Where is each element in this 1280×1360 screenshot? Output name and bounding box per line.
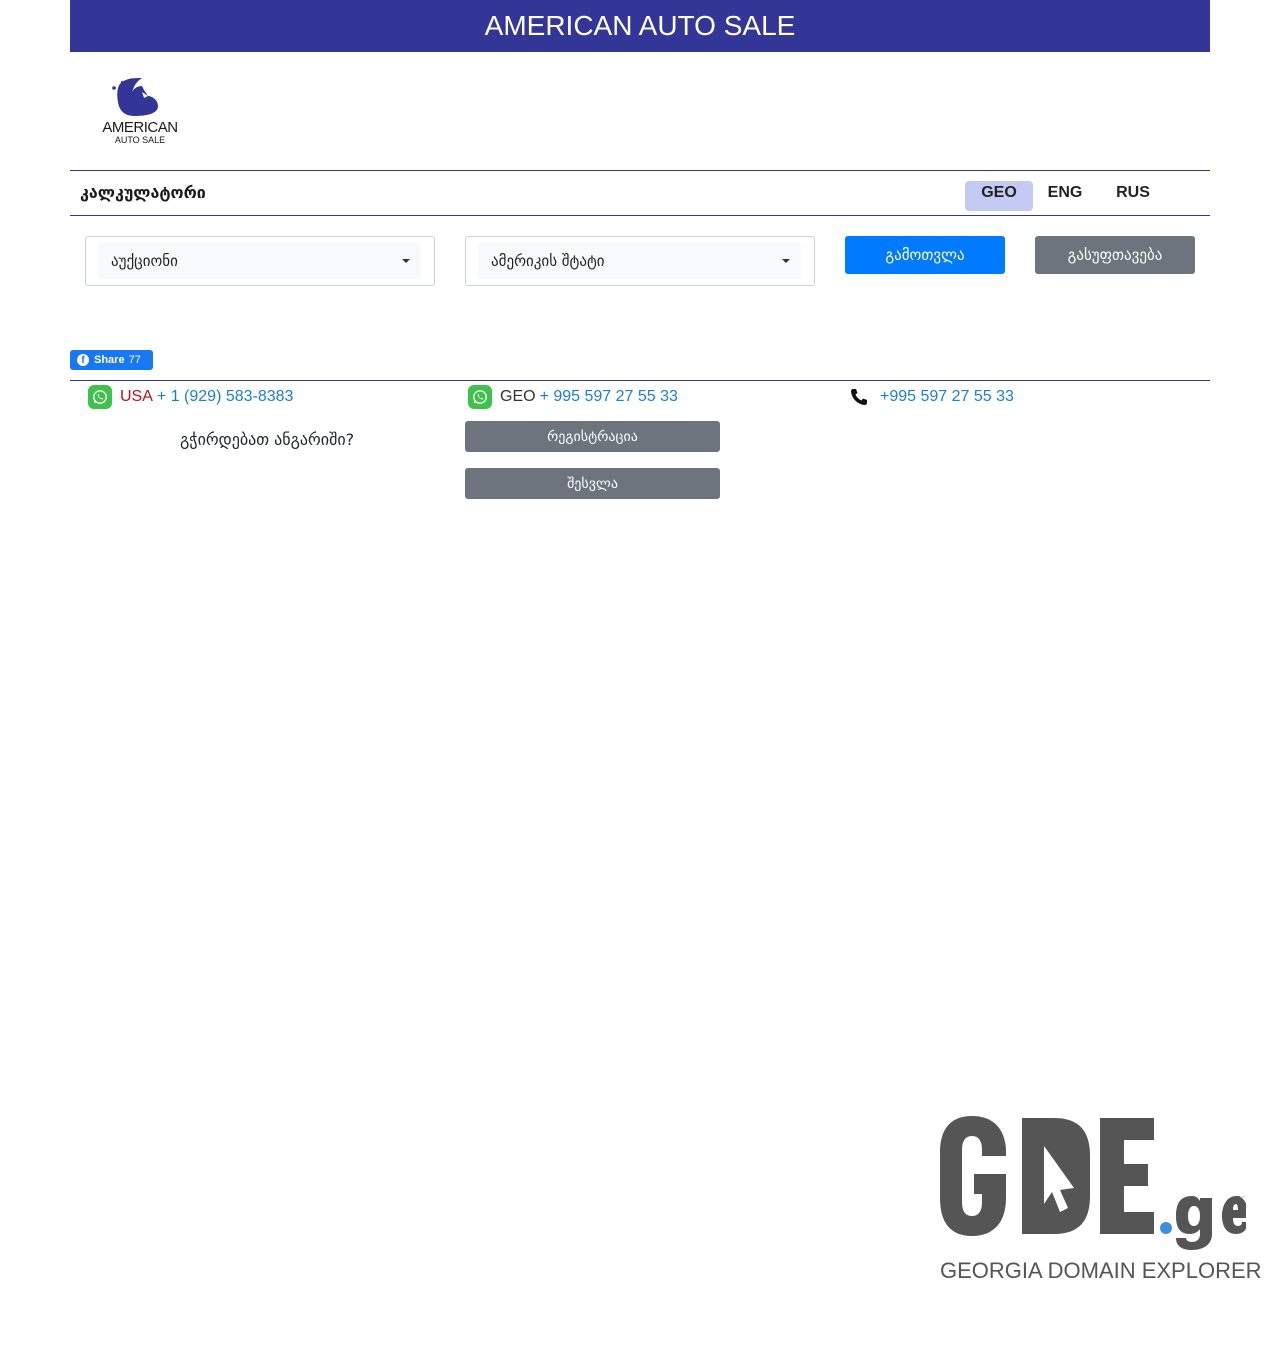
facebook-icon: f xyxy=(77,354,89,366)
contacts-divider xyxy=(70,380,1210,381)
logo-text-american: AMERICAN xyxy=(102,119,178,136)
gde-logo-icon xyxy=(940,1116,1248,1250)
contact-geo-label: GEO xyxy=(500,388,536,405)
lang-rus-button[interactable]: RUS xyxy=(1099,181,1167,211)
contact-geo-phone[interactable]: + 995 597 27 55 33 xyxy=(540,388,678,406)
need-account-text: გჭირდებათ ანგარიში? xyxy=(180,430,355,449)
phone-icon xyxy=(848,386,870,408)
eagle-icon xyxy=(112,78,158,116)
auction-select-value: აუქციონი xyxy=(111,252,178,270)
contact-usa-label: USA xyxy=(120,388,153,405)
contact-usa: USA + 1 (929) 583-8383 xyxy=(88,384,293,410)
login-button[interactable]: შესვლა xyxy=(465,468,720,499)
share-count: 77 xyxy=(128,354,141,366)
site-logo[interactable]: AMERICAN AUTO SALE xyxy=(96,76,184,146)
state-select-value: ამერიკის შტატი xyxy=(491,252,605,270)
contact-usa-phone[interactable]: + 1 (929) 583-8383 xyxy=(157,388,294,406)
chevron-down-icon xyxy=(402,259,410,263)
contact-call: +995 597 27 55 33 xyxy=(848,384,1014,410)
contact-geo: GEO + 995 597 27 55 33 xyxy=(468,384,678,410)
gde-tagline: GEORGIA DOMAIN EXPLORER xyxy=(940,1258,1262,1283)
state-select[interactable]: ამერიკის შტატი xyxy=(478,243,801,279)
auction-select[interactable]: აუქციონი xyxy=(98,243,421,279)
logo-text-autosale: AUTO SALE xyxy=(114,135,166,145)
lang-geo-button[interactable]: GEO xyxy=(965,181,1033,211)
auction-select-container: აუქციონი xyxy=(85,236,435,286)
lang-eng-button[interactable]: ENG xyxy=(1031,181,1099,211)
chevron-down-icon xyxy=(782,259,790,263)
clear-button[interactable]: გასუფთავება xyxy=(1035,236,1195,274)
nav-calculator-link[interactable]: კალკულატორი xyxy=(80,183,206,202)
calculate-button[interactable]: გამოთვლა xyxy=(845,236,1005,274)
contact-call-phone[interactable]: +995 597 27 55 33 xyxy=(880,388,1014,406)
share-label: Share xyxy=(94,354,125,366)
facebook-share-button[interactable]: f Share 77 xyxy=(70,350,153,370)
whatsapp-icon[interactable] xyxy=(468,385,492,409)
navbar: კალკულატორი GEO ENG RUS xyxy=(70,170,1210,216)
register-button[interactable]: რეგისტრაცია xyxy=(465,421,720,452)
state-select-container: ამერიკის შტატი xyxy=(465,236,815,286)
site-banner: AMERICAN AUTO SALE xyxy=(70,0,1210,52)
site-title: AMERICAN AUTO SALE xyxy=(484,10,796,41)
gde-watermark: GEORGIA DOMAIN EXPLORER xyxy=(936,1112,1262,1287)
whatsapp-icon[interactable] xyxy=(88,385,112,409)
